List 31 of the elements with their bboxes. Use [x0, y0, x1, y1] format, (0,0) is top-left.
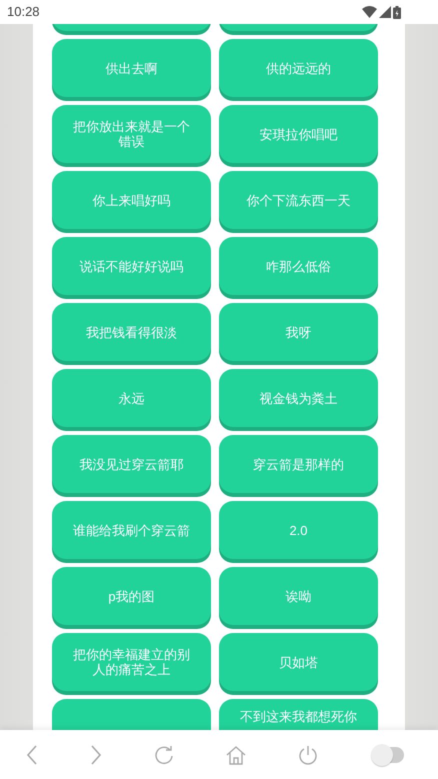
sound-button[interactable]: 供出去啊	[52, 39, 211, 97]
wifi-icon	[362, 6, 377, 18]
sound-button[interactable]: 我把钱看得很淡	[52, 303, 211, 361]
sound-button[interactable]: 你上来唱好吗	[52, 171, 211, 229]
reload-icon[interactable]	[154, 744, 174, 764]
sound-button[interactable]: 说话不能好好说吗	[52, 237, 211, 295]
sound-button[interactable]: 把你的幸福建立的别人的痛苦之上	[52, 633, 211, 691]
sound-button[interactable]: 贝如塔	[219, 633, 378, 691]
sound-button[interactable]: 谁能给我刷个穿云箭	[52, 501, 211, 559]
sound-button[interactable]: 穿云箭是那样的	[219, 435, 378, 493]
forward-icon[interactable]	[90, 744, 102, 764]
signal-icon	[379, 6, 391, 18]
sound-button[interactable]: 永远	[52, 369, 211, 427]
sound-button[interactable]: 把你放出来就是一个错误	[52, 105, 211, 163]
power-icon[interactable]	[298, 744, 318, 764]
sound-button[interactable]: 我没见过穿云箭耶	[52, 435, 211, 493]
sound-button[interactable]: 安琪拉你唱吧	[219, 105, 378, 163]
sound-button[interactable]: 视金钱为粪土	[219, 369, 378, 427]
sound-button[interactable]: 我呀	[219, 303, 378, 361]
sound-button[interactable]: 不到这来我都想死你	[219, 699, 378, 730]
sound-button[interactable]: p我的图	[52, 567, 211, 625]
sound-button[interactable]: 咋那么低俗	[219, 237, 378, 295]
sound-button[interactable]: 2.0	[219, 501, 378, 559]
toggle-switch[interactable]	[370, 742, 406, 766]
back-icon[interactable]	[26, 744, 38, 764]
status-time: 10:28	[7, 3, 40, 22]
sound-button[interactable]: 诶呦	[219, 567, 378, 625]
home-icon[interactable]	[226, 744, 246, 764]
battery-icon	[393, 6, 401, 18]
sound-button[interactable]: 你个下流东西一天	[219, 171, 378, 229]
sound-button[interactable]: 供的远远的	[219, 39, 378, 97]
